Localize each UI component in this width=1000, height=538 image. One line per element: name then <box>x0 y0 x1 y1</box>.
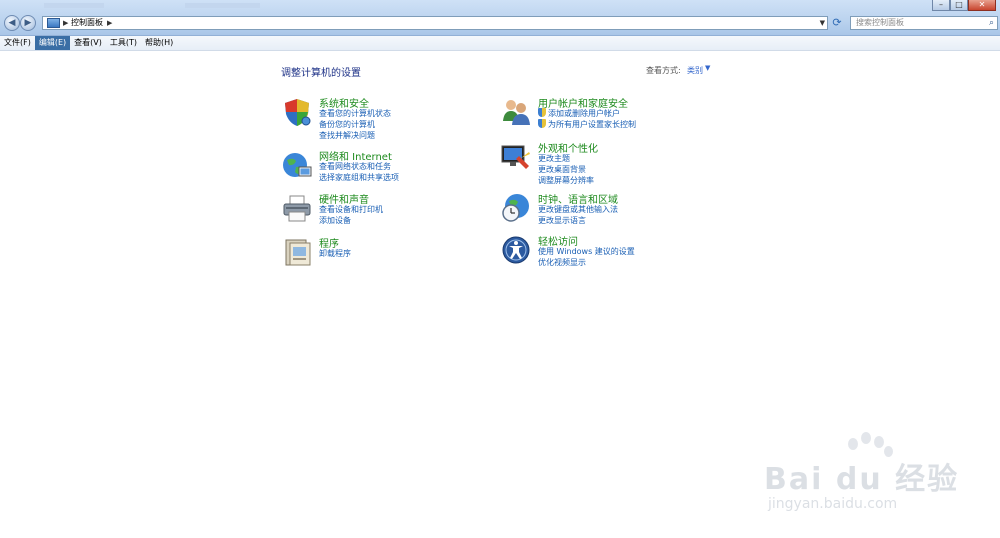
search-placeholder: 搜索控制面板 <box>856 18 904 27</box>
link-backup-computer[interactable]: 备份您的计算机 <box>319 119 375 130</box>
blurred-title-text <box>185 3 260 8</box>
refresh-icon[interactable]: ⟳ <box>830 16 844 30</box>
programs-icon[interactable] <box>282 237 312 267</box>
back-button[interactable]: ◀ <box>4 15 20 31</box>
uac-shield-icon <box>538 108 546 117</box>
menu-view[interactable]: 查看(V) <box>70 36 106 50</box>
link-desktop-background[interactable]: 更改桌面背景 <box>538 164 586 175</box>
breadcrumb-control-panel[interactable]: 控制面板 <box>71 17 103 29</box>
close-icon[interactable]: ✕ <box>968 0 996 11</box>
link-change-theme[interactable]: 更改主题 <box>538 153 570 164</box>
link-add-remove-accounts[interactable]: 添加或删除用户帐户 <box>538 108 620 119</box>
menu-bar: 文件(F) 编辑(E) 查看(V) 工具(T) 帮助(H) <box>0 36 1000 51</box>
link-devices-printers[interactable]: 查看设备和打印机 <box>319 204 383 215</box>
menu-file[interactable]: 文件(F) <box>0 36 35 50</box>
view-by-dropdown[interactable]: 类别 <box>687 65 703 76</box>
baidu-watermark: Bai du 经验 jingyan.baidu.com <box>760 402 1000 522</box>
shield-icon[interactable] <box>282 97 312 127</box>
network-globe-icon[interactable] <box>282 150 312 180</box>
minimize-icon[interactable]: – <box>932 0 950 11</box>
search-input[interactable]: 搜索控制面板 ⌕ <box>850 16 998 30</box>
link-add-device[interactable]: 添加设备 <box>319 215 351 226</box>
search-icon[interactable]: ⌕ <box>989 17 994 29</box>
link-optimize-video[interactable]: 优化视频显示 <box>538 257 586 268</box>
link-uninstall-program[interactable]: 卸载程序 <box>319 248 351 259</box>
clock-globe-icon[interactable] <box>501 193 531 223</box>
control-panel-icon <box>47 18 60 28</box>
link-text[interactable]: 为所有用户设置家长控制 <box>548 120 636 129</box>
link-keyboard-input[interactable]: 更改键盘或其他输入法 <box>538 204 618 215</box>
maximize-icon[interactable]: □ <box>950 0 968 11</box>
chevron-down-icon[interactable]: ▼ <box>705 64 710 72</box>
users-icon[interactable] <box>501 97 531 127</box>
link-parental-controls[interactable]: 为所有用户设置家长控制 <box>538 119 636 130</box>
link-windows-recommended[interactable]: 使用 Windows 建议的设置 <box>538 246 635 257</box>
watermark-url: jingyan.baidu.com <box>768 496 898 512</box>
paw-icon <box>861 432 871 444</box>
chevron-right-icon[interactable]: ▶ <box>63 17 68 29</box>
view-by-label: 查看方式: <box>646 66 681 75</box>
chevron-down-icon[interactable]: ▼ <box>820 17 825 29</box>
window-controls: – □ ✕ <box>932 0 996 12</box>
menu-edit[interactable]: 编辑(E) <box>34 36 71 50</box>
link-view-computer-status[interactable]: 查看您的计算机状态 <box>319 108 391 119</box>
printer-icon[interactable] <box>282 193 312 223</box>
link-screen-resolution[interactable]: 调整屏幕分辨率 <box>538 175 594 186</box>
title-bar: ◀ ▶ ▶ 控制面板 ▶ ▼ ⟳ 搜索控制面板 ⌕ – □ ✕ <box>0 0 1000 36</box>
link-network-status[interactable]: 查看网络状态和任务 <box>319 161 391 172</box>
link-troubleshoot[interactable]: 查找并解决问题 <box>319 130 375 141</box>
ease-of-access-icon[interactable] <box>501 235 531 265</box>
address-bar[interactable]: ▶ 控制面板 ▶ ▼ <box>42 16 828 30</box>
paw-icon <box>874 436 884 448</box>
link-display-language[interactable]: 更改显示语言 <box>538 215 586 226</box>
chevron-right-icon[interactable]: ▶ <box>107 17 112 29</box>
watermark-brand: Bai du 经验 <box>764 462 960 497</box>
paw-icon <box>848 438 858 450</box>
menu-tools[interactable]: 工具(T) <box>106 36 141 50</box>
display-icon[interactable] <box>501 142 531 172</box>
forward-button[interactable]: ▶ <box>20 15 36 31</box>
blurred-title-text <box>44 3 104 8</box>
link-text[interactable]: 添加或删除用户帐户 <box>548 109 620 118</box>
menu-help[interactable]: 帮助(H) <box>141 36 177 50</box>
uac-shield-icon <box>538 119 546 128</box>
page-title: 调整计算机的设置 <box>281 68 361 79</box>
link-homegroup-sharing[interactable]: 选择家庭组和共享选项 <box>319 172 399 183</box>
